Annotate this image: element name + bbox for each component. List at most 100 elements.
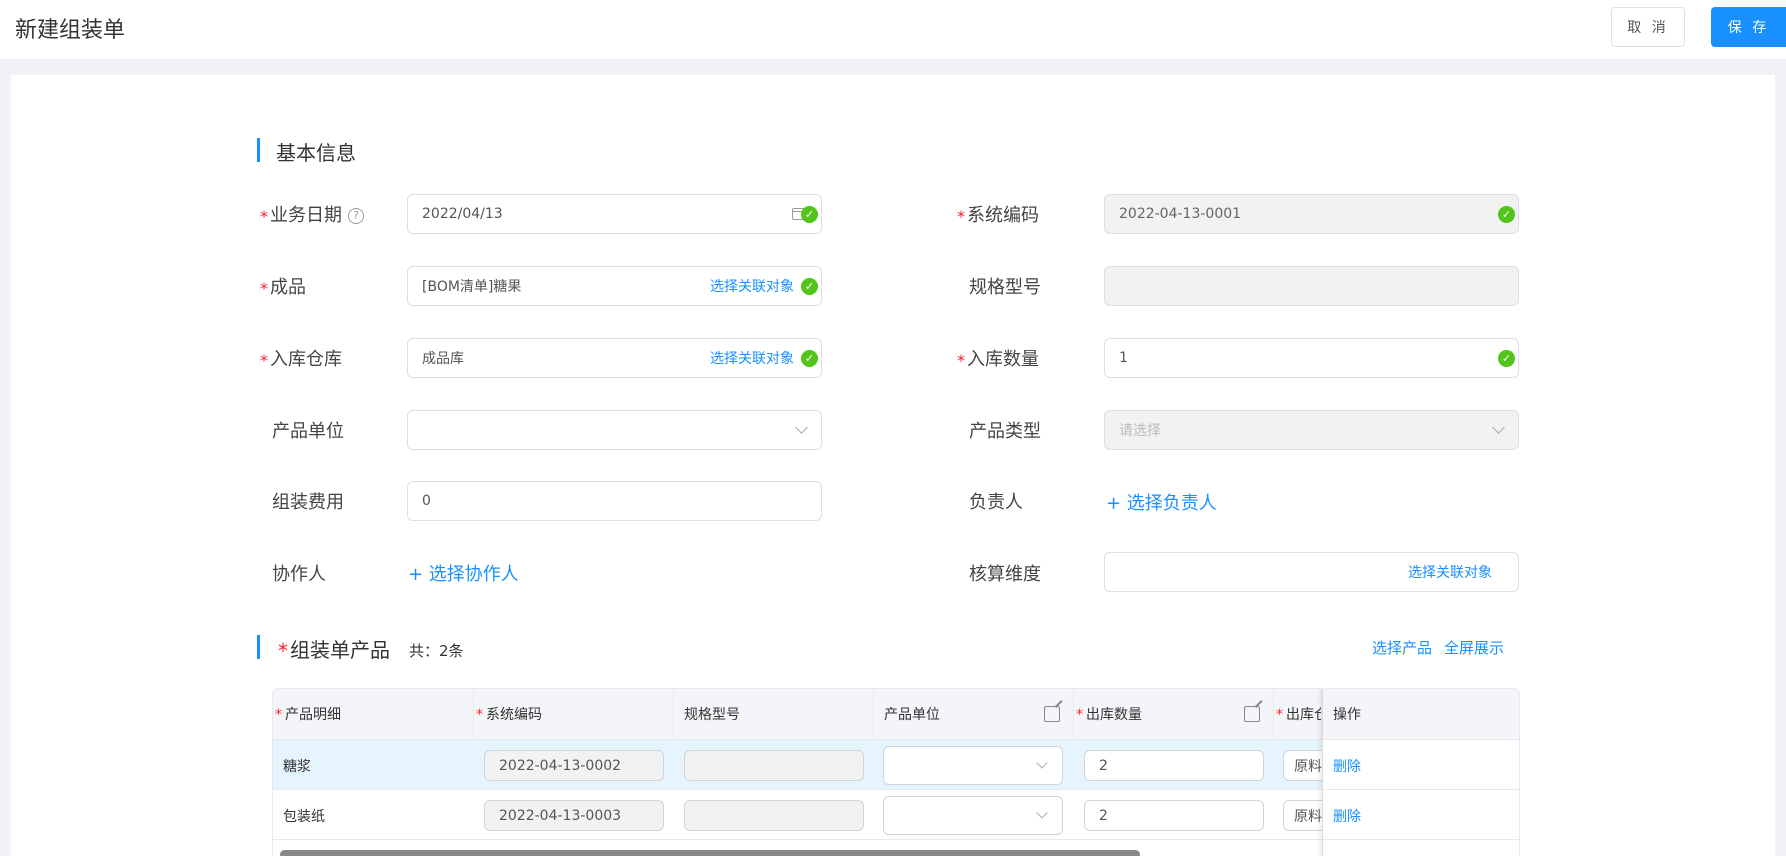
- required-mark: *: [278, 639, 288, 663]
- product-type-select[interactable]: 请选择: [1104, 410, 1519, 450]
- select-collaborator-link[interactable]: + 选择协作人: [408, 560, 519, 586]
- valid-check-icon: ✓: [801, 206, 818, 223]
- finished-product-value: [BOM清单]糖果: [422, 279, 522, 295]
- valid-check-icon: ✓: [801, 350, 818, 367]
- required-mark: *: [260, 279, 268, 298]
- select-product-link[interactable]: 选择产品: [1372, 637, 1432, 658]
- col-header-label: 出库数量: [1086, 707, 1142, 723]
- warehouse-label: * 入库仓库: [260, 345, 342, 371]
- save-button[interactable]: 保 存: [1711, 7, 1786, 47]
- col-header-label: 规格型号: [684, 707, 740, 723]
- business-date-label-text: 业务日期: [270, 205, 342, 226]
- help-icon[interactable]: ?: [348, 208, 364, 224]
- qty-value: 2: [1099, 807, 1108, 824]
- chevron-down-icon: [1036, 757, 1048, 769]
- spec-cell-input[interactable]: [684, 800, 864, 831]
- col-header-label: 出库仓: [1286, 707, 1321, 723]
- required-mark: *: [957, 207, 965, 226]
- col-header-code: * 系统编码: [474, 689, 674, 739]
- assembly-cost-value: 0: [422, 493, 431, 509]
- warehouse-value: 成品库: [422, 351, 464, 367]
- owner-label: 负责人: [969, 492, 1023, 513]
- col-header-unit: 产品单位: [874, 689, 1074, 739]
- finished-product-label-text: 成品: [270, 277, 306, 298]
- code-value: 2022-04-13-0002: [499, 757, 622, 774]
- finished-product-input[interactable]: [BOM清单]糖果 选择关联对象 ✓: [407, 266, 822, 306]
- warehouse-input[interactable]: 成品库 选择关联对象 ✓: [407, 338, 822, 378]
- spec-model-input[interactable]: [1104, 266, 1519, 306]
- product-detail-cell: 包装纸: [283, 809, 325, 825]
- in-quantity-label-text: 入库数量: [967, 349, 1039, 370]
- in-quantity-input[interactable]: 1 ✓: [1104, 338, 1519, 378]
- spec-cell-input[interactable]: [684, 750, 864, 781]
- required-mark: *: [260, 351, 268, 370]
- system-code-input[interactable]: 2022-04-13-0001 ✓: [1104, 194, 1519, 234]
- qty-cell-input[interactable]: 2: [1084, 800, 1264, 831]
- cancel-button[interactable]: 取 消: [1611, 7, 1685, 47]
- valid-check-icon: ✓: [1498, 206, 1515, 223]
- basic-info-title: 基本信息: [276, 141, 356, 165]
- batch-edit-icon[interactable]: [1244, 706, 1260, 722]
- spec-model-label: 规格型号: [969, 277, 1041, 298]
- delete-link[interactable]: 删除: [1333, 806, 1361, 826]
- business-date-value: 2022/04/13: [422, 206, 503, 222]
- col-header-qty: * 出库数量: [1074, 689, 1274, 739]
- col-header-spec: 规格型号: [674, 689, 874, 739]
- products-section-title: * 组装单产品: [278, 634, 390, 663]
- product-count: 共：2条: [409, 642, 464, 660]
- system-code-label-text: 系统编码: [967, 205, 1039, 226]
- col-header-label: 产品明细: [285, 707, 341, 723]
- col-header-warehouse: *出库仓: [1274, 689, 1322, 739]
- in-quantity-label: * 入库数量: [957, 345, 1039, 371]
- section-marker: [257, 635, 260, 659]
- finished-product-label: * 成品: [260, 273, 306, 299]
- product-detail-cell: 糖浆: [283, 759, 311, 775]
- col-header-detail: * 产品明细: [273, 689, 474, 739]
- accounting-dim-input[interactable]: 选择关联对象: [1104, 552, 1519, 592]
- warehouse-value: 原料: [1294, 808, 1322, 825]
- assembly-cost-label: 组装费用: [272, 492, 344, 513]
- fullscreen-link[interactable]: 全屏展示: [1444, 637, 1504, 658]
- unit-cell-select[interactable]: [883, 796, 1063, 835]
- required-mark: *: [1076, 707, 1083, 723]
- required-mark: *: [275, 707, 282, 723]
- product-unit-label: 产品单位: [272, 421, 344, 442]
- warehouse-label-text: 入库仓库: [270, 349, 342, 370]
- select-owner-link[interactable]: + 选择负责人: [1106, 489, 1217, 515]
- products-table: *产品明细 *系统编码 规格型号 产品单位 *出库数量 *出库仓 糖浆 2022…: [272, 688, 1520, 856]
- action-column: 操作 删除 删除: [1322, 689, 1519, 856]
- product-type-label: 产品类型: [969, 421, 1041, 442]
- chevron-down-icon: [1492, 421, 1505, 434]
- required-mark: *: [260, 207, 268, 226]
- horizontal-scrollbar[interactable]: [280, 850, 1140, 856]
- product-type-placeholder: 请选择: [1119, 423, 1161, 439]
- business-date-input[interactable]: 2022/04/13 ✓: [407, 194, 822, 234]
- unit-cell-select[interactable]: [883, 746, 1063, 785]
- code-cell-input[interactable]: 2022-04-13-0003: [484, 800, 664, 831]
- valid-check-icon: ✓: [801, 278, 818, 295]
- select-related-link[interactable]: 选择关联对象: [710, 348, 794, 368]
- delete-link[interactable]: 删除: [1333, 756, 1361, 776]
- product-unit-select[interactable]: [407, 410, 822, 450]
- warehouse-value: 原料: [1294, 758, 1322, 775]
- assembly-cost-input[interactable]: 0: [407, 481, 822, 521]
- top-bar: 新建组装单 取 消 保 存: [0, 0, 1786, 59]
- action-cell: 删除: [1323, 740, 1519, 790]
- code-cell-input[interactable]: 2022-04-13-0002: [484, 750, 664, 781]
- required-mark: *: [957, 351, 965, 370]
- required-mark: *: [476, 707, 483, 723]
- select-related-link[interactable]: 选择关联对象: [1408, 562, 1492, 582]
- batch-edit-icon[interactable]: [1044, 706, 1060, 722]
- col-header-label: 系统编码: [486, 707, 542, 723]
- qty-cell-input[interactable]: 2: [1084, 750, 1264, 781]
- required-mark: *: [1276, 707, 1283, 723]
- collaborator-label: 协作人: [272, 564, 326, 585]
- products-title-text: 组装单产品: [290, 638, 390, 662]
- select-related-link[interactable]: 选择关联对象: [710, 276, 794, 296]
- accounting-dim-label: 核算维度: [969, 564, 1041, 585]
- in-quantity-value: 1: [1119, 350, 1128, 366]
- chevron-down-icon: [795, 421, 808, 434]
- action-cell: 删除: [1323, 790, 1519, 840]
- valid-check-icon: ✓: [1498, 350, 1515, 367]
- qty-value: 2: [1099, 757, 1108, 774]
